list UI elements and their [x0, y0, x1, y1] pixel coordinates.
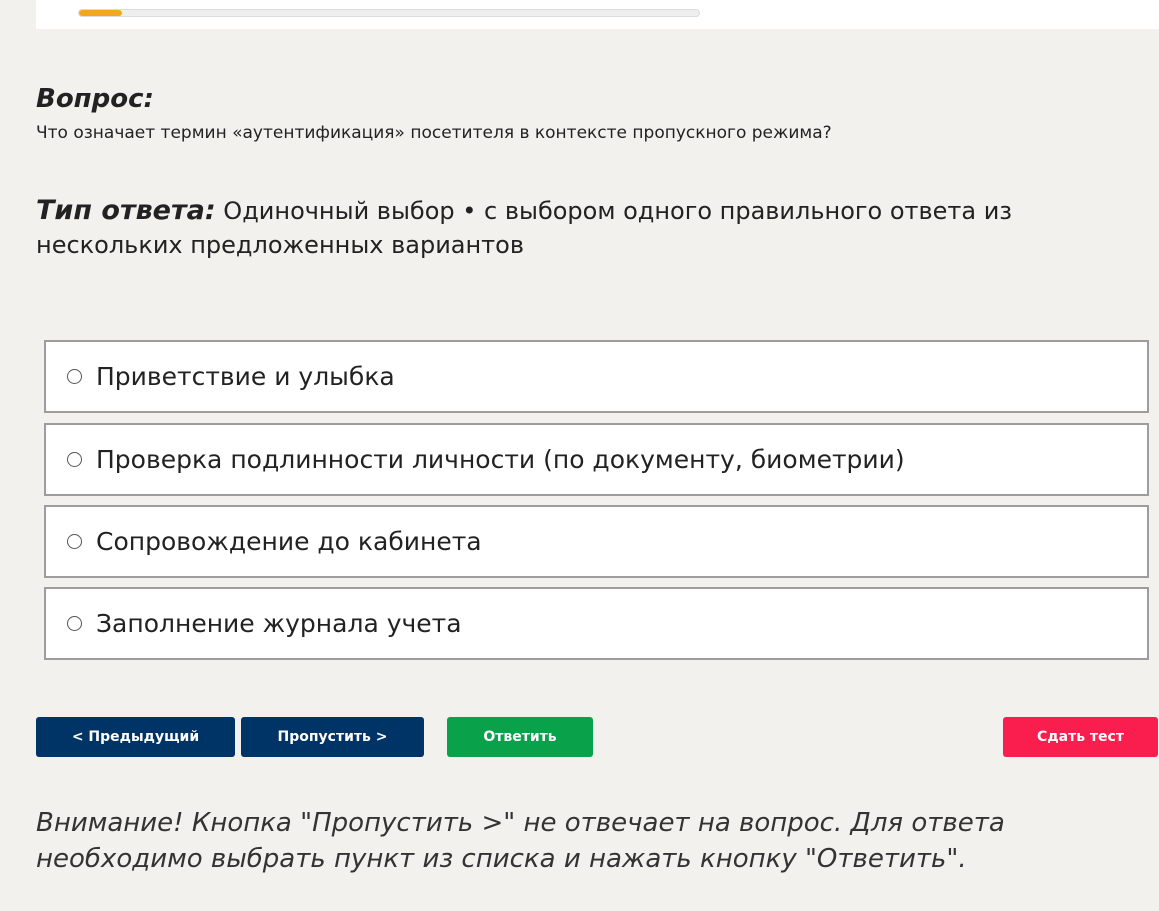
option-label: Приветствие и улыбка	[96, 362, 395, 391]
skip-button[interactable]: Пропустить >	[241, 717, 424, 757]
previous-button[interactable]: < Предыдущий	[36, 717, 235, 757]
question-text: Что означает термин «аутентификация» пос…	[36, 123, 832, 143]
option-label: Заполнение журнала учета	[96, 609, 462, 638]
answer-type-label: Тип ответа:	[36, 195, 216, 226]
radio-button[interactable]	[67, 616, 82, 631]
question-heading: Вопрос:	[36, 84, 154, 114]
answer-type: Тип ответа: Одиночный выбор • с выбором …	[36, 194, 1146, 262]
notice-text: Внимание! Кнопка "Пропустить >" не отвеч…	[36, 808, 1005, 874]
radio-button[interactable]	[67, 452, 82, 467]
answer-button[interactable]: Ответить	[447, 717, 593, 757]
answer-option[interactable]: Проверка подлинности личности (по докуме…	[44, 423, 1149, 496]
radio-button[interactable]	[67, 534, 82, 549]
submit-test-button[interactable]: Сдать тест	[1003, 717, 1158, 757]
option-label: Проверка подлинности личности (по докуме…	[96, 445, 905, 474]
progress-fill	[79, 10, 123, 16]
progress-bar	[78, 9, 700, 17]
top-panel	[36, 0, 1159, 29]
answer-option[interactable]: Сопровождение до кабинета	[44, 505, 1149, 578]
radio-button[interactable]	[67, 369, 82, 384]
answer-option[interactable]: Приветствие и улыбка	[44, 340, 1149, 413]
option-label: Сопровождение до кабинета	[96, 527, 482, 556]
answer-option[interactable]: Заполнение журнала учета	[44, 587, 1149, 660]
